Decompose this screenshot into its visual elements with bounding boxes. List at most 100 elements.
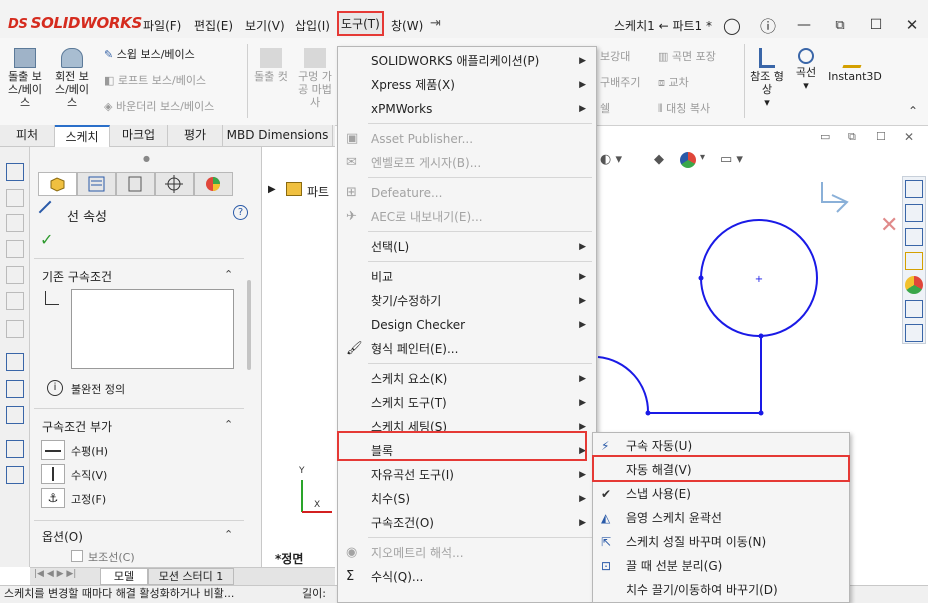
tools-menu-item[interactable]: 스케치 도구(T) ▶ bbox=[338, 391, 596, 415]
sketch-point[interactable] bbox=[758, 333, 764, 339]
standard-view-icon[interactable] bbox=[6, 189, 24, 207]
sketch-settings-item[interactable]: 치수 끌기/이동하여 바꾸기(D) bbox=[593, 578, 849, 602]
home-icon[interactable] bbox=[905, 180, 923, 198]
user-icon[interactable]: ◯ bbox=[721, 14, 743, 36]
view-settings-icon[interactable]: ▭ ▾ bbox=[720, 152, 743, 167]
sketch-settings-item[interactable]: ✔ 스냅 사용(E) bbox=[593, 482, 849, 506]
sketch-point[interactable] bbox=[758, 410, 764, 416]
existing-relations-list[interactable] bbox=[71, 289, 234, 369]
instant3d-button[interactable]: Instant3D bbox=[826, 48, 884, 83]
tab-evaluate[interactable]: 평가 bbox=[168, 125, 223, 147]
standard-view-icon[interactable] bbox=[6, 320, 24, 338]
fix-label[interactable]: 고정(F) bbox=[71, 491, 106, 507]
appearances-icon[interactable] bbox=[905, 276, 923, 294]
tools-menu-item[interactable]: ◉ 지오메트리 해석... bbox=[338, 541, 596, 565]
tools-menu-item[interactable]: SOLIDWORKS 애플리케이션(P) ▶ bbox=[338, 49, 596, 73]
splitter-handle[interactable]: ● bbox=[143, 154, 150, 163]
collapse-icon[interactable]: ⌃ bbox=[224, 418, 233, 431]
tools-menu-item[interactable]: Design Checker ▶ bbox=[338, 313, 596, 337]
loft-button[interactable]: ◧ 로프트 보스/베이스 bbox=[104, 74, 244, 87]
configuration-manager-tab[interactable] bbox=[116, 172, 155, 196]
window-maximize-icon[interactable]: ☐ bbox=[876, 130, 886, 143]
menu-view[interactable]: 보기(V) bbox=[245, 17, 285, 34]
help-icon[interactable]: ? bbox=[233, 205, 248, 220]
tab-features[interactable]: 피처 bbox=[0, 125, 55, 147]
tools-menu-item[interactable]: 🖌 형식 페인터(E)... bbox=[338, 337, 596, 361]
sketch-arc[interactable] bbox=[597, 356, 650, 414]
wrap-button[interactable]: ▥ 곡면 포장 bbox=[658, 50, 738, 63]
menu-window[interactable]: 창(W) bbox=[391, 17, 423, 34]
tab-model[interactable]: 모델 bbox=[100, 568, 148, 585]
extrude-boss-button[interactable]: 돌출 보스/베이스 bbox=[6, 48, 44, 109]
view-orientation-icon[interactable] bbox=[6, 163, 24, 181]
tab-mbd-dimensions[interactable]: MBD Dimensions bbox=[223, 125, 333, 147]
smart-dimension-icon[interactable] bbox=[6, 380, 24, 398]
tools-menu-item[interactable]: Σ 수식(Q)... bbox=[338, 565, 596, 589]
window-close-icon[interactable]: ✕ bbox=[904, 130, 914, 144]
standard-view-icon[interactable] bbox=[6, 240, 24, 258]
hole-wizard-button[interactable]: 구멍 가공 마법사 bbox=[296, 48, 334, 118]
revolve-boss-button[interactable]: 회전 보스/베이스 bbox=[52, 48, 92, 109]
intersect-button[interactable]: ⧈ 교차 bbox=[658, 76, 738, 89]
window-restore-icon[interactable]: ⧉ bbox=[848, 130, 856, 144]
forum-icon[interactable] bbox=[905, 324, 923, 342]
construction-checkbox[interactable] bbox=[71, 550, 83, 562]
mirror-button[interactable]: ⫴ 대칭 복사 bbox=[658, 102, 738, 115]
cancel-corner-icon[interactable]: ✕ bbox=[880, 213, 898, 238]
menu-tools[interactable]: 도구(T) bbox=[337, 11, 384, 36]
standard-view-icon[interactable] bbox=[6, 266, 24, 284]
pin-icon[interactable]: ⇥ bbox=[430, 16, 441, 31]
display-manager-tab[interactable] bbox=[194, 172, 233, 196]
tab-motion-study[interactable]: 모션 스터디 1 bbox=[148, 568, 234, 585]
extrude-cut-button[interactable]: 돌출 컷 bbox=[250, 48, 292, 83]
feature-manager-tab[interactable] bbox=[38, 172, 77, 196]
design-library-icon[interactable] bbox=[905, 204, 923, 222]
sweep-button[interactable]: ✎ 스윕 보스/베이스 bbox=[104, 48, 244, 61]
ok-check-icon[interactable]: ✓ bbox=[40, 230, 53, 249]
vertical-label[interactable]: 수직(V) bbox=[71, 467, 107, 483]
sketch-settings-item[interactable]: ◭ 음영 스케치 윤곽선 bbox=[593, 506, 849, 530]
tab-sketch[interactable]: 스케치 bbox=[55, 125, 110, 147]
tools-menu-item[interactable]: 치수(S) ▶ bbox=[338, 487, 596, 511]
construction-label[interactable]: 보조선(C) bbox=[88, 549, 135, 565]
collapse-icon[interactable]: ⌃ bbox=[224, 268, 233, 281]
menu-file[interactable]: 파일(F) bbox=[143, 17, 181, 34]
tools-menu-item[interactable]: 스케치 요소(K) ▶ bbox=[338, 367, 596, 391]
maximize-icon[interactable]: ☐ bbox=[865, 14, 887, 36]
menu-insert[interactable]: 삽입(I) bbox=[295, 17, 330, 34]
tools-menu-item[interactable]: Xpress 제품(X) ▶ bbox=[338, 73, 596, 97]
collapse-ribbon-icon[interactable]: ⌃ bbox=[908, 104, 918, 118]
select-icon[interactable] bbox=[6, 353, 24, 371]
tools-menu-item[interactable]: xPMWorks ▶ bbox=[338, 97, 596, 121]
tools-menu-item[interactable]: 자유곡선 도구(I) ▶ bbox=[338, 463, 596, 487]
fix-relation-button[interactable]: ⚓ bbox=[41, 488, 65, 508]
add-relations-header[interactable]: 구속조건 부가 bbox=[42, 418, 112, 435]
standard-view-icon[interactable] bbox=[6, 292, 24, 310]
boundary-button[interactable]: ◈ 바운더리 보스/베이스 bbox=[104, 100, 244, 113]
sketch-settings-item[interactable]: ⊡ 끌 때 선분 분리(G) bbox=[593, 554, 849, 578]
tab-scroll-arrows[interactable]: |◀ ◀ ▶ ▶| bbox=[34, 569, 76, 579]
existing-relations-header[interactable]: 기존 구속조건 bbox=[42, 268, 112, 285]
horizontal-label[interactable]: 수평(H) bbox=[71, 443, 108, 459]
rib-button[interactable]: 보강대 bbox=[600, 50, 640, 63]
sketch-point[interactable] bbox=[698, 275, 704, 281]
chevron-down-icon[interactable]: ▾ bbox=[700, 152, 705, 163]
vertical-relation-button[interactable] bbox=[41, 464, 65, 484]
options-header[interactable]: 옵션(O) bbox=[42, 528, 83, 545]
restore-panes-icon[interactable]: ⧉ bbox=[829, 14, 851, 36]
paste-icon[interactable] bbox=[6, 466, 24, 484]
tools-menu-item[interactable]: 구속조건(O) ▶ bbox=[338, 511, 596, 535]
appearance-icon[interactable]: ◆ bbox=[654, 152, 664, 167]
tools-menu-item[interactable]: ✉ 엔벨로프 게시자(B)... bbox=[338, 151, 596, 175]
minimize-icon[interactable]: — bbox=[793, 14, 815, 36]
sketch-settings-item[interactable]: ⇱ 스케치 성질 바꾸며 이동(N) bbox=[593, 530, 849, 554]
collapse-icon[interactable]: ⌃ bbox=[224, 528, 233, 541]
standard-view-icon[interactable] bbox=[6, 214, 24, 232]
copy-icon[interactable] bbox=[6, 440, 24, 458]
file-explorer-icon[interactable] bbox=[905, 228, 923, 246]
curves-button[interactable]: 곡선 ▾ bbox=[790, 48, 822, 92]
reference-geometry-button[interactable]: 참조 형상 ▾ bbox=[748, 48, 786, 109]
dimxpert-tab[interactable] bbox=[155, 172, 194, 196]
draft-button[interactable]: 구배주기 bbox=[600, 76, 646, 89]
tools-menu-item[interactable]: 비교 ▶ bbox=[338, 265, 596, 289]
